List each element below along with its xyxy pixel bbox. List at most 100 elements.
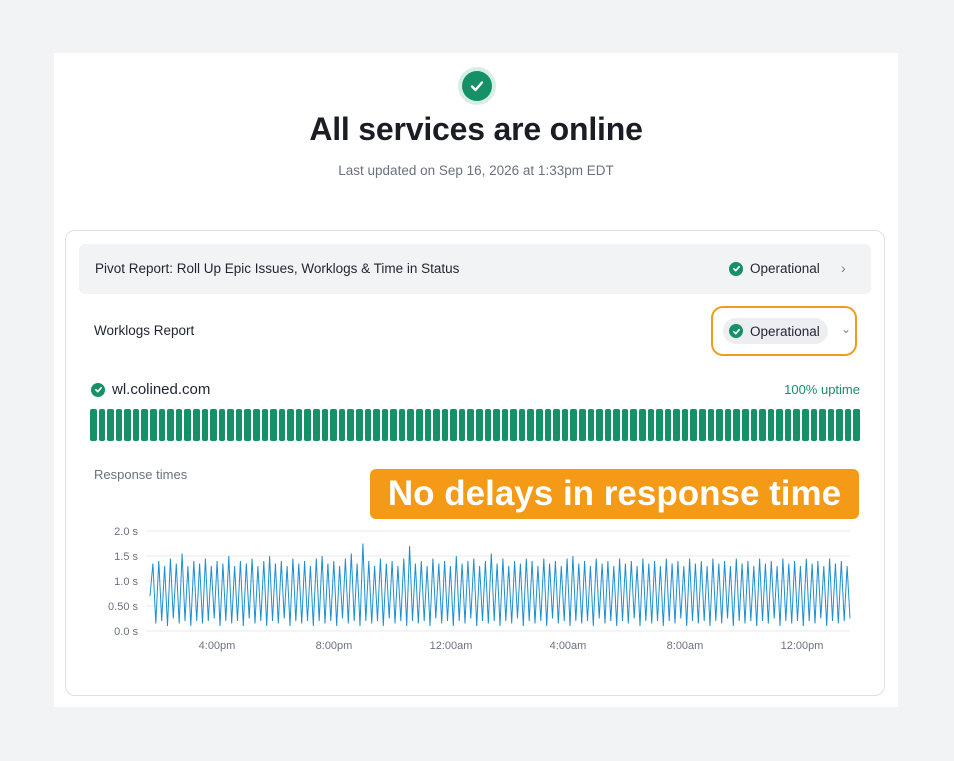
uptime-day-bar[interactable]	[218, 409, 226, 441]
uptime-day-bar[interactable]	[510, 409, 517, 441]
uptime-day-bar[interactable]	[707, 409, 715, 441]
uptime-day-bar[interactable]	[836, 409, 843, 441]
uptime-day-bar[interactable]	[536, 409, 543, 441]
uptime-day-bar[interactable]	[175, 409, 183, 441]
uptime-day-bar[interactable]	[853, 409, 861, 441]
uptime-day-bar[interactable]	[458, 409, 466, 441]
uptime-day-bar[interactable]	[450, 409, 457, 441]
uptime-day-bar[interactable]	[596, 409, 603, 441]
uptime-day-bar[interactable]	[759, 409, 766, 441]
uptime-day-bar[interactable]	[724, 409, 732, 441]
uptime-day-bar[interactable]	[184, 409, 191, 441]
uptime-day-bar[interactable]	[158, 409, 166, 441]
uptime-day-bar[interactable]	[501, 409, 509, 441]
uptime-day-bar[interactable]	[304, 409, 312, 441]
uptime-day-bar[interactable]	[741, 409, 749, 441]
uptime-day-bar[interactable]	[252, 409, 260, 441]
uptime-day-bar[interactable]	[90, 409, 97, 441]
uptime-day-bar[interactable]	[801, 409, 809, 441]
service-row-pivot-report[interactable]: Pivot Report: Roll Up Epic Issues, Workl…	[79, 244, 871, 294]
uptime-day-bar[interactable]	[390, 409, 397, 441]
uptime-day-bar[interactable]	[578, 409, 586, 441]
uptime-day-bar[interactable]	[244, 409, 251, 441]
uptime-day-bar[interactable]	[699, 409, 706, 441]
uptime-day-bar[interactable]	[613, 409, 620, 441]
status-dropdown-highlight[interactable]: Operational ⌄	[711, 306, 857, 356]
uptime-bars	[90, 409, 861, 441]
uptime-day-bar[interactable]	[115, 409, 123, 441]
uptime-day-bar[interactable]	[167, 409, 174, 441]
uptime-day-bar[interactable]	[673, 409, 680, 441]
uptime-day-bar[interactable]	[407, 409, 414, 441]
chevron-down-icon[interactable]: ⌄	[841, 322, 851, 336]
uptime-day-bar[interactable]	[201, 409, 209, 441]
uptime-day-bar[interactable]	[630, 409, 637, 441]
uptime-day-bar[interactable]	[192, 409, 200, 441]
uptime-day-bar[interactable]	[270, 409, 277, 441]
uptime-day-bar[interactable]	[330, 409, 337, 441]
uptime-day-bar[interactable]	[844, 409, 852, 441]
uptime-day-bar[interactable]	[150, 409, 157, 441]
uptime-day-bar[interactable]	[132, 409, 140, 441]
uptime-day-bar[interactable]	[261, 409, 269, 441]
uptime-day-bar[interactable]	[604, 409, 612, 441]
uptime-day-bar[interactable]	[141, 409, 149, 441]
uptime-day-bar[interactable]	[587, 409, 595, 441]
uptime-day-bar[interactable]	[518, 409, 526, 441]
uptime-day-bar[interactable]	[441, 409, 449, 441]
uptime-day-bar[interactable]	[321, 409, 329, 441]
uptime-day-bar[interactable]	[716, 409, 723, 441]
uptime-day-bar[interactable]	[398, 409, 406, 441]
uptime-day-bar[interactable]	[561, 409, 569, 441]
uptime-day-bar[interactable]	[810, 409, 818, 441]
uptime-day-bar[interactable]	[776, 409, 783, 441]
uptime-day-bar[interactable]	[664, 409, 672, 441]
uptime-day-bar[interactable]	[107, 409, 114, 441]
uptime-day-bar[interactable]	[647, 409, 655, 441]
uptime-day-bar[interactable]	[278, 409, 286, 441]
uptime-day-bar[interactable]	[467, 409, 475, 441]
uptime-day-bar[interactable]	[124, 409, 131, 441]
uptime-day-bar[interactable]	[767, 409, 775, 441]
check-circle-icon	[458, 67, 496, 105]
x-tick-label: 8:00am	[667, 640, 704, 652]
uptime-day-bar[interactable]	[553, 409, 560, 441]
uptime-day-bar[interactable]	[656, 409, 663, 441]
uptime-day-bar[interactable]	[544, 409, 552, 441]
uptime-day-bar[interactable]	[493, 409, 500, 441]
uptime-day-bar[interactable]	[355, 409, 363, 441]
uptime-day-bar[interactable]	[415, 409, 423, 441]
uptime-day-bar[interactable]	[295, 409, 303, 441]
uptime-day-bar[interactable]	[227, 409, 234, 441]
y-tick-label: 1.5 s	[114, 551, 138, 563]
uptime-day-bar[interactable]	[527, 409, 535, 441]
uptime-day-bar[interactable]	[681, 409, 689, 441]
uptime-day-bar[interactable]	[750, 409, 758, 441]
uptime-day-bar[interactable]	[784, 409, 792, 441]
uptime-day-bar[interactable]	[373, 409, 380, 441]
uptime-day-bar[interactable]	[484, 409, 492, 441]
uptime-day-bar[interactable]	[639, 409, 646, 441]
uptime-day-bar[interactable]	[287, 409, 294, 441]
uptime-day-bar[interactable]	[210, 409, 217, 441]
uptime-day-bar[interactable]	[733, 409, 740, 441]
uptime-day-bar[interactable]	[621, 409, 629, 441]
uptime-day-bar[interactable]	[433, 409, 440, 441]
uptime-day-bar[interactable]	[313, 409, 320, 441]
uptime-day-bar[interactable]	[819, 409, 826, 441]
uptime-day-bar[interactable]	[827, 409, 835, 441]
uptime-day-bar[interactable]	[364, 409, 372, 441]
uptime-day-bar[interactable]	[235, 409, 243, 441]
uptime-day-bar[interactable]	[98, 409, 106, 441]
chevron-right-icon[interactable]: ›	[841, 260, 846, 276]
uptime-day-bar[interactable]	[338, 409, 346, 441]
response-time-chart: 2.0 s 1.5 s 1.0 s 0.50 s 0.0 s 4:00pm 8:00pm 12…	[108, 526, 851, 652]
uptime-day-bar[interactable]	[424, 409, 432, 441]
uptime-day-bar[interactable]	[793, 409, 800, 441]
uptime-day-bar[interactable]	[476, 409, 483, 441]
uptime-day-bar[interactable]	[347, 409, 354, 441]
uptime-day-bar[interactable]	[381, 409, 389, 441]
status-label: Operational	[750, 323, 820, 339]
uptime-day-bar[interactable]	[690, 409, 698, 441]
uptime-day-bar[interactable]	[570, 409, 577, 441]
